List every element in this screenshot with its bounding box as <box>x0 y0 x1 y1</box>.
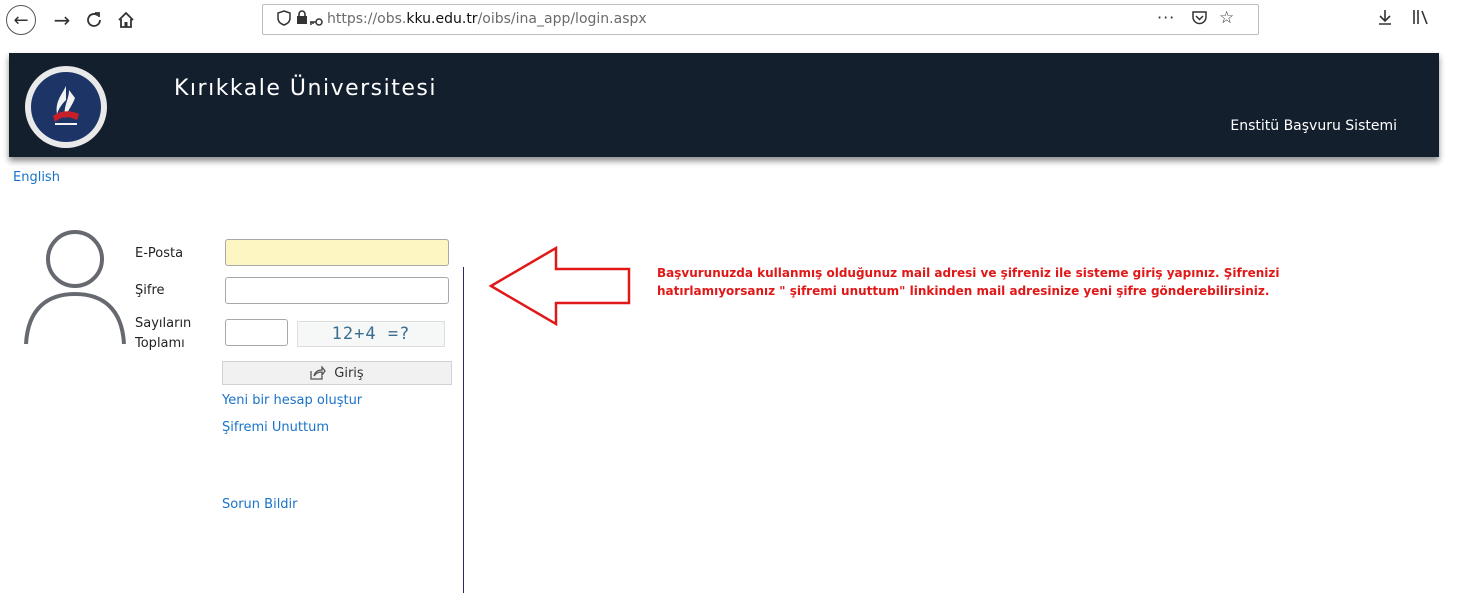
captcha-label-line1: Sayıların <box>135 316 192 331</box>
more-icon[interactable]: ··· <box>1157 8 1175 27</box>
star-icon[interactable]: ☆ <box>1219 8 1234 28</box>
browser-toolbar: ← → https://obs.kku.edu.tr/oibs/ina_app/… <box>0 0 1462 40</box>
english-language-link[interactable]: English <box>13 170 60 185</box>
captcha-image: 12+4 =? <box>297 321 445 347</box>
captcha-label-line2: Toplamı <box>135 336 185 351</box>
login-button-label: Giriş <box>334 365 364 381</box>
user-avatar-icon <box>24 230 126 345</box>
forward-icon[interactable]: → <box>46 4 78 36</box>
key-icon[interactable] <box>309 13 323 31</box>
home-icon[interactable] <box>110 4 142 36</box>
email-field[interactable] <box>225 239 449 266</box>
forgot-password-link[interactable]: Şifremi Unuttum <box>222 420 329 435</box>
login-icon <box>310 366 327 380</box>
report-issue-link[interactable]: Sorun Bildir <box>222 497 298 512</box>
download-icon[interactable] <box>1377 8 1393 31</box>
email-label: E-Posta <box>135 246 184 261</box>
lock-icon[interactable] <box>296 10 308 28</box>
login-instruction-note: Başvurunuzda kullanmış olduğunuz mail ad… <box>657 266 1280 298</box>
site-header: Kırıkkale Üniversitesi Enstitü Başvuru S… <box>9 53 1439 157</box>
create-account-link[interactable]: Yeni bir hesap oluştur <box>222 393 362 408</box>
library-icon[interactable] <box>1411 8 1431 31</box>
captcha-answer-field[interactable] <box>225 319 288 346</box>
shield-icon[interactable] <box>277 10 291 30</box>
university-logo <box>25 66 107 148</box>
login-button[interactable]: Giriş <box>222 361 452 385</box>
password-field[interactable] <box>225 277 449 304</box>
address-bar[interactable]: https://obs.kku.edu.tr/oibs/ina_app/logi… <box>262 4 1259 35</box>
pocket-icon[interactable] <box>1191 10 1208 30</box>
system-name: Enstitü Başvuru Sistemi <box>1230 118 1397 134</box>
arrow-left-icon <box>488 245 631 327</box>
back-icon[interactable]: ← <box>6 5 36 35</box>
reload-icon[interactable] <box>78 4 110 36</box>
university-name: Kırıkkale Üniversitesi <box>174 76 437 101</box>
divider <box>463 267 464 593</box>
url-text[interactable]: https://obs.kku.edu.tr/oibs/ina_app/logi… <box>327 11 647 27</box>
password-label: Şifre <box>135 283 165 298</box>
